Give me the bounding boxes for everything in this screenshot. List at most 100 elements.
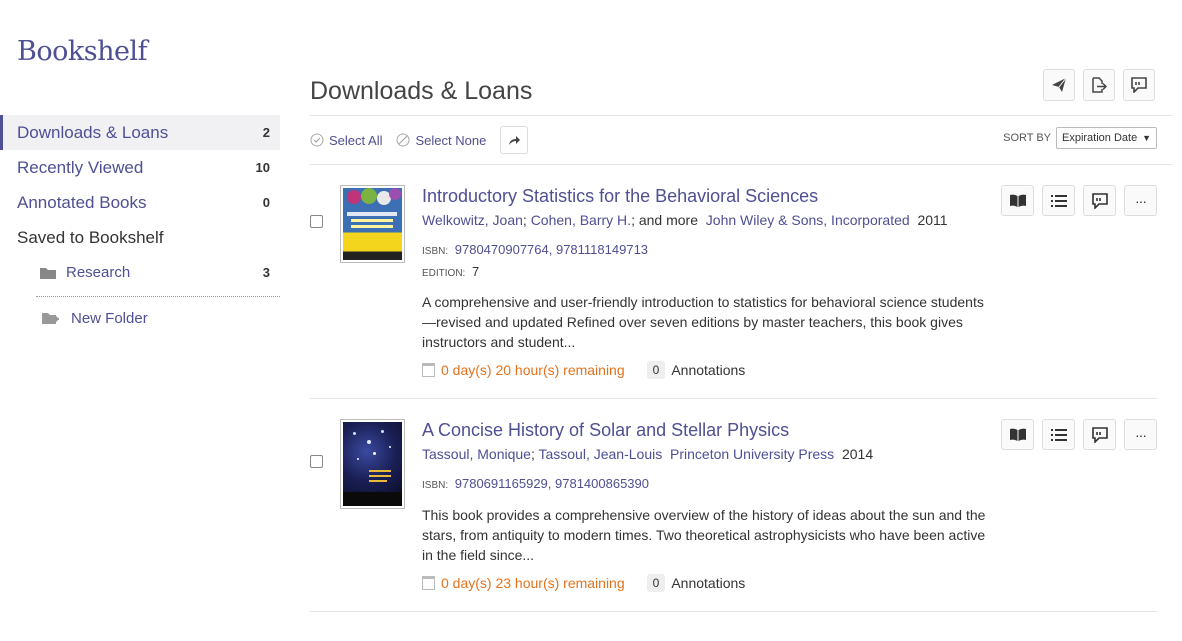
annotations-label: Annotations	[671, 362, 746, 378]
sort-label: SORT BY	[1003, 132, 1051, 144]
header-actions	[1043, 69, 1155, 101]
send-button[interactable]	[1043, 69, 1075, 101]
read-book-button[interactable]	[1001, 419, 1034, 450]
isbn-value: 9780470907764, 9781118149713	[454, 242, 649, 257]
calendar-icon	[422, 363, 435, 377]
table-of-contents-button[interactable]	[1042, 185, 1075, 216]
book-cover[interactable]	[340, 419, 405, 509]
header-divider	[310, 115, 1172, 116]
more-options-button[interactable]: ···	[1124, 419, 1157, 450]
new-folder-icon	[42, 312, 59, 324]
author-link[interactable]: Tassoul, Monique	[422, 446, 531, 462]
page-title: Downloads & Loans	[310, 77, 533, 105]
select-none-label: Select None	[415, 132, 487, 148]
isbn-label: ISBN:	[422, 480, 449, 491]
sort-value: Expiration Date	[1062, 132, 1138, 144]
ban-circle-icon	[396, 133, 410, 147]
more-icon: ···	[1135, 192, 1147, 209]
sidebar-item-label: Annotated Books	[17, 192, 147, 212]
folder-divider	[36, 296, 280, 297]
book-description: This book provides a comprehensive overv…	[422, 507, 986, 563]
select-all-button[interactable]: Select All	[310, 133, 382, 148]
book-details: Introductory Statistics for the Behavior…	[422, 185, 992, 379]
sidebar-item-downloads-loans[interactable]: Downloads & Loans 2	[0, 115, 280, 150]
new-folder-label: New Folder	[71, 309, 148, 327]
folder-icon	[40, 267, 56, 279]
export-button[interactable]	[1083, 69, 1115, 101]
notes-button[interactable]	[1083, 185, 1116, 216]
edition-row: EDITION: 7	[422, 262, 992, 284]
book-title-link[interactable]: A Concise History of Solar and Stellar P…	[422, 419, 992, 441]
saved-to-bookshelf-heading: Saved to Bookshelf	[17, 227, 164, 247]
calendar-icon	[422, 576, 435, 590]
new-folder-button[interactable]: New Folder	[0, 303, 280, 333]
feedback-button[interactable]	[1123, 69, 1155, 101]
edition-value: 7	[471, 264, 480, 279]
book-details: A Concise History of Solar and Stellar P…	[422, 419, 992, 592]
folder-count: 3	[262, 265, 270, 280]
publication-year: 2011	[917, 212, 948, 228]
more-icon: ···	[1135, 426, 1147, 443]
book-actions: ···	[1001, 419, 1157, 450]
sort-control: SORT BY Expiration Date ▼	[1003, 127, 1157, 149]
annotations-count-badge: 0	[646, 361, 666, 379]
sidebar-item-recently-viewed[interactable]: Recently Viewed 10	[0, 150, 280, 185]
loan-status-row: 0 day(s) 20 hour(s) remaining 0 Annotati…	[422, 361, 992, 379]
book-select-checkbox[interactable]	[310, 455, 323, 468]
book-divider	[310, 398, 1157, 399]
open-book-icon	[1009, 194, 1026, 207]
publisher-link[interactable]: John Wiley & Sons, Incorporated	[706, 212, 910, 228]
export-icon	[1092, 77, 1107, 93]
share-button[interactable]	[500, 126, 529, 154]
sidebar-folder-research[interactable]: Research 3	[0, 255, 280, 290]
feedback-icon	[1131, 77, 1147, 93]
sidebar-item-count: 0	[262, 195, 270, 210]
author-link[interactable]: Welkowitz, Joan	[422, 212, 523, 228]
sidebar-item-label: Recently Viewed	[17, 157, 144, 177]
author-link[interactable]: Tassoul, Jean-Louis	[538, 446, 662, 462]
dropdown-caret-icon: ▼	[1142, 133, 1151, 143]
book-title-link[interactable]: Introductory Statistics for the Behavior…	[422, 185, 992, 207]
check-circle-icon	[310, 133, 324, 147]
sort-select[interactable]: Expiration Date ▼	[1056, 127, 1157, 149]
book-cover-art	[343, 188, 402, 260]
select-all-label: Select All	[329, 132, 383, 148]
folder-label: Research	[66, 264, 131, 281]
select-none-button[interactable]: Select None	[396, 133, 486, 148]
sidebar-item-count: 2	[262, 125, 270, 140]
send-icon	[1052, 77, 1067, 92]
contents-list-icon	[1050, 194, 1067, 207]
book-description: A comprehensive and user-friendly introd…	[422, 294, 984, 350]
notes-button[interactable]	[1083, 419, 1116, 450]
time-remaining-text: 0 day(s) 20 hour(s) remaining	[441, 362, 625, 378]
open-book-icon	[1009, 428, 1026, 441]
isbn-label: ISBN:	[422, 246, 449, 257]
table-of-contents-button[interactable]	[1042, 419, 1075, 450]
sidebar: Downloads & Loans 2 Recently Viewed 10 A…	[0, 115, 280, 333]
annotations-label: Annotations	[671, 575, 746, 591]
toolbar-divider	[310, 164, 1172, 165]
isbn-value: 9780691165929, 9781400865390	[454, 476, 649, 491]
author-link[interactable]: Cohen, Barry H.	[531, 212, 631, 228]
book-item: Introductory Statistics for the Behavior…	[310, 185, 1157, 385]
book-cover[interactable]	[340, 185, 405, 263]
edition-label: EDITION:	[422, 268, 466, 279]
book-meta: Welkowitz, Joan; Cohen, Barry H.; and mo…	[422, 212, 948, 228]
read-book-button[interactable]	[1001, 185, 1034, 216]
publication-year: 2014	[841, 446, 874, 462]
time-remaining: 0 day(s) 23 hour(s) remaining	[422, 575, 625, 591]
sidebar-item-label: Downloads & Loans	[17, 122, 169, 142]
notes-icon	[1091, 426, 1108, 443]
annotations-count-badge: 0	[646, 574, 666, 592]
book-meta: Tassoul, Monique; Tassoul, Jean-Louis Pr…	[422, 446, 874, 462]
book-item: A Concise History of Solar and Stellar P…	[310, 419, 1157, 619]
book-divider	[310, 611, 1157, 612]
book-select-checkbox[interactable]	[310, 215, 323, 228]
sidebar-item-annotated-books[interactable]: Annotated Books 0	[0, 185, 280, 220]
more-options-button[interactable]: ···	[1124, 185, 1157, 216]
book-actions: ···	[1001, 185, 1157, 216]
publisher-link[interactable]: Princeton University Press	[670, 446, 834, 462]
contents-list-icon	[1050, 428, 1067, 441]
time-remaining: 0 day(s) 20 hour(s) remaining	[422, 362, 625, 378]
app-title: Bookshelf	[17, 36, 148, 67]
